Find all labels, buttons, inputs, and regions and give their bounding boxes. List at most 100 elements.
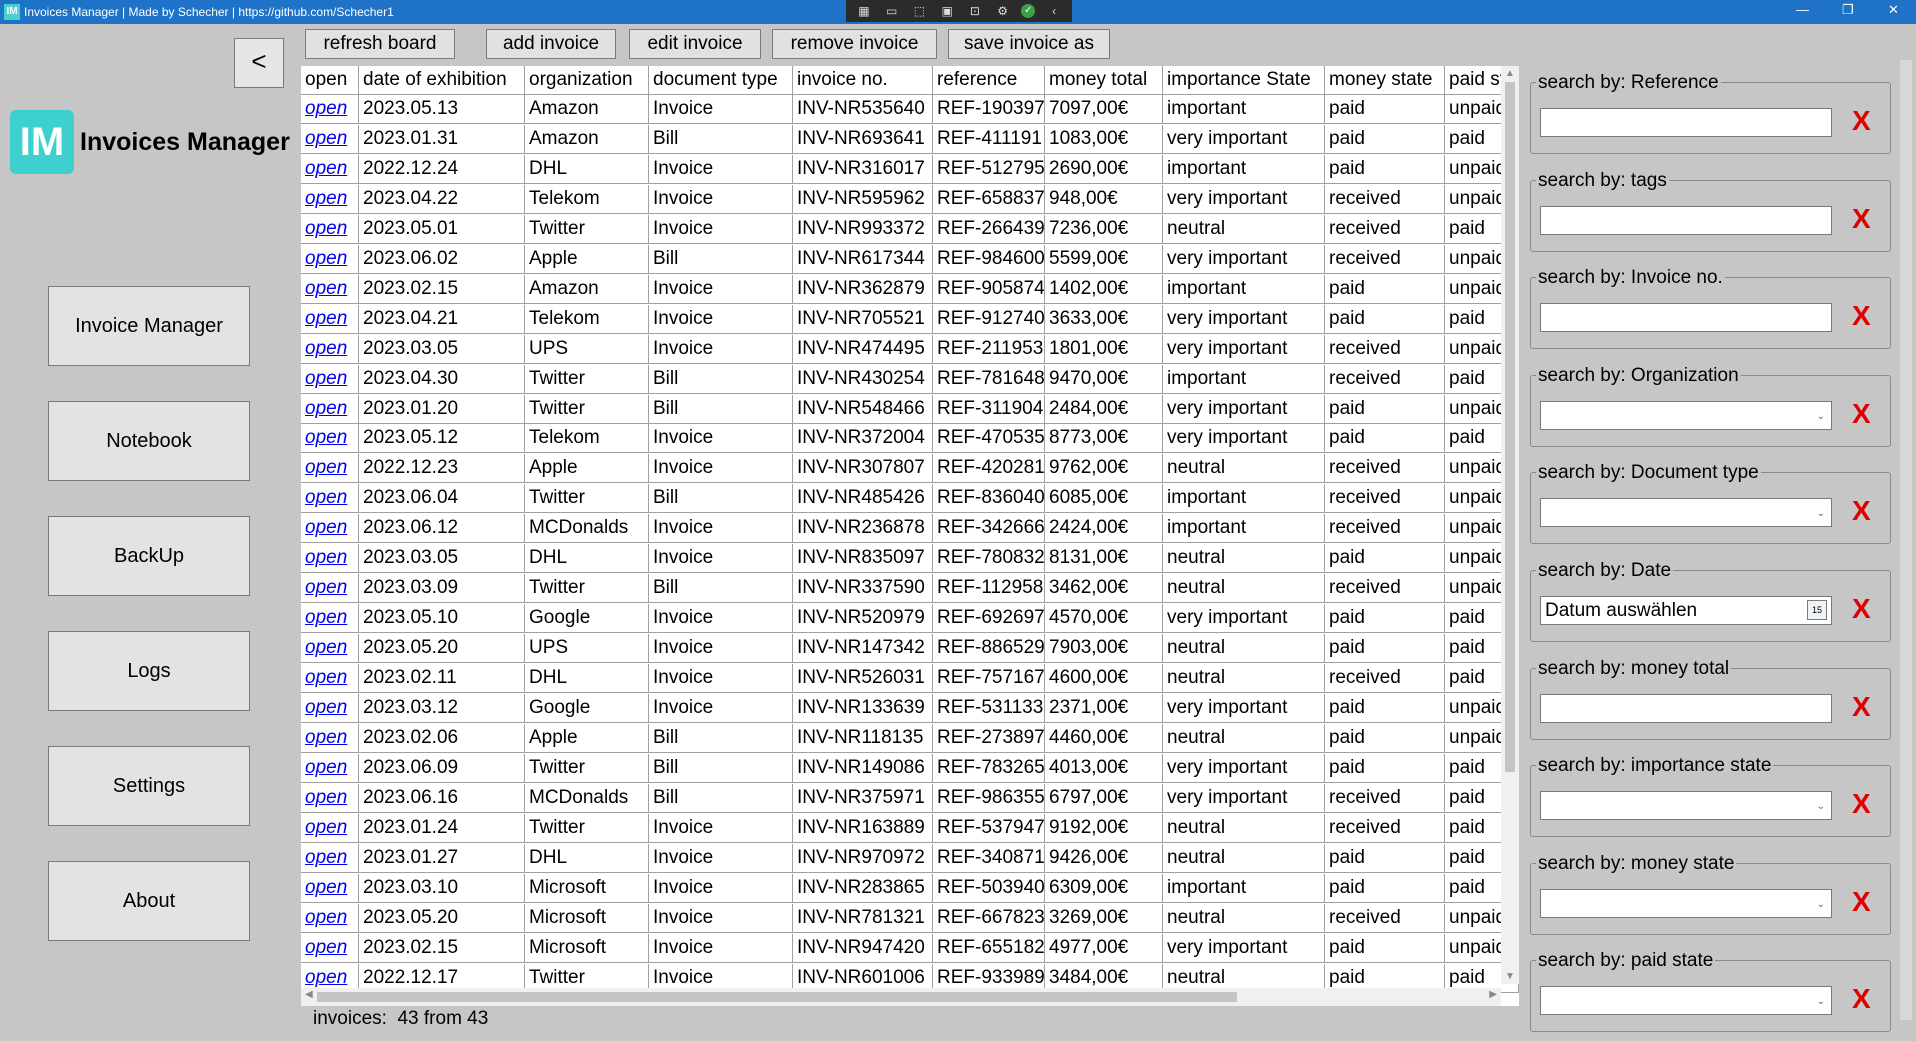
table-cell: 2023.04.22 xyxy=(359,184,525,214)
open-invoice-link[interactable]: open xyxy=(305,637,347,658)
column-header[interactable]: date of exhibition xyxy=(359,66,525,95)
column-header[interactable]: money total xyxy=(1045,66,1163,95)
open-invoice-link[interactable]: open xyxy=(305,218,347,239)
nav-invoice-manager-button[interactable]: Invoice Manager xyxy=(48,286,250,366)
open-invoice-link[interactable]: open xyxy=(305,278,347,299)
filter-combo-input[interactable]: ⌄ xyxy=(1540,400,1832,430)
column-header[interactable]: invoice no. xyxy=(793,66,933,95)
open-invoice-link[interactable]: open xyxy=(305,577,347,598)
open-invoice-link[interactable]: open xyxy=(305,877,347,898)
nav-notebook-button[interactable]: Notebook xyxy=(48,401,250,481)
open-invoice-link[interactable]: open xyxy=(305,308,347,329)
filter-date-input[interactable]: Datum auswählen 15 xyxy=(1540,596,1832,625)
open-invoice-link[interactable]: open xyxy=(305,517,347,538)
filter-text-input[interactable] xyxy=(1540,693,1832,723)
nav-about-button[interactable]: About xyxy=(48,861,250,941)
collapse-sidebar-button[interactable]: < xyxy=(234,38,284,88)
filter-combo-input[interactable]: ⌄ xyxy=(1540,888,1832,918)
close-button[interactable]: ✕ xyxy=(1888,2,1899,18)
filter-text-input[interactable] xyxy=(1540,303,1832,333)
clear-filter-button[interactable]: X xyxy=(1852,105,1871,137)
open-invoice-link[interactable]: open xyxy=(305,158,347,179)
hot-reload-icon[interactable]: ⚙ xyxy=(994,4,1012,18)
invoice-grid[interactable]: open date of exhibition organization docume… xyxy=(301,66,1519,1006)
open-invoice-link[interactable]: open xyxy=(305,457,347,478)
clear-filter-button[interactable]: X xyxy=(1852,788,1871,820)
open-invoice-link[interactable]: open xyxy=(305,847,347,868)
column-header[interactable]: open xyxy=(301,66,359,95)
open-invoice-link[interactable]: open xyxy=(305,697,347,718)
open-invoice-link[interactable]: open xyxy=(305,128,347,149)
filter-combo-input[interactable]: ⌄ xyxy=(1540,791,1832,821)
open-invoice-link[interactable]: open xyxy=(305,907,347,928)
display-layout-icon[interactable]: ▣ xyxy=(938,4,956,18)
clear-filter-button[interactable]: X xyxy=(1852,300,1871,332)
clear-filter-button[interactable]: X xyxy=(1852,495,1871,527)
column-header[interactable]: reference xyxy=(933,66,1045,95)
maximize-button[interactable]: ❐ xyxy=(1842,2,1854,18)
horizontal-scroll-thumb[interactable] xyxy=(317,992,1237,1002)
open-invoice-link[interactable]: open xyxy=(305,487,347,508)
edit-invoice-button[interactable]: edit invoice xyxy=(629,29,761,59)
open-invoice-link[interactable]: open xyxy=(305,398,347,419)
open-invoice-link[interactable]: open xyxy=(305,817,347,838)
clear-filter-button[interactable]: X xyxy=(1852,203,1871,235)
clear-filter-button[interactable]: X xyxy=(1852,886,1871,918)
open-invoice-link[interactable]: open xyxy=(305,667,347,688)
track-focus-icon[interactable]: ⊡ xyxy=(966,4,984,18)
search-panel-scrollbar[interactable] xyxy=(1900,60,1912,1020)
grid-vertical-scrollbar[interactable]: ▲ ▼ xyxy=(1501,66,1519,984)
scroll-down-icon[interactable]: ▼ xyxy=(1501,971,1519,982)
chevron-down-icon[interactable]: ⌄ xyxy=(1817,500,1825,527)
clear-filter-button[interactable]: X xyxy=(1852,593,1871,625)
column-header[interactable]: document type xyxy=(649,66,793,95)
clear-filter-button[interactable]: X xyxy=(1852,398,1871,430)
chevron-down-icon[interactable]: ⌄ xyxy=(1817,403,1825,430)
live-tree-icon[interactable]: ▦ xyxy=(855,4,873,18)
clear-filter-button[interactable]: X xyxy=(1852,691,1871,723)
grid-horizontal-scrollbar[interactable]: ◀ ▶ xyxy=(301,988,1501,1006)
remove-invoice-button[interactable]: remove invoice xyxy=(772,29,937,59)
open-invoice-link[interactable]: open xyxy=(305,338,347,359)
open-invoice-link[interactable]: open xyxy=(305,757,347,778)
open-invoice-link[interactable]: open xyxy=(305,368,347,389)
open-invoice-link[interactable]: open xyxy=(305,937,347,958)
open-invoice-link[interactable]: open xyxy=(305,727,347,748)
nav-backup-button[interactable]: BackUp xyxy=(48,516,250,596)
collapse-toolbar-icon[interactable]: ‹ xyxy=(1045,4,1063,18)
select-element-icon[interactable]: ⬚ xyxy=(910,4,928,18)
add-invoice-button[interactable]: add invoice xyxy=(486,29,616,59)
chevron-down-icon[interactable]: ⌄ xyxy=(1817,793,1825,820)
chevron-down-icon[interactable]: ⌄ xyxy=(1817,988,1825,1015)
record-icon[interactable]: ▭ xyxy=(883,4,901,18)
chevron-down-icon[interactable]: ⌄ xyxy=(1817,891,1825,918)
refresh-board-button[interactable]: refresh board xyxy=(305,29,455,59)
column-header[interactable]: money state xyxy=(1325,66,1445,95)
filter-text-input[interactable] xyxy=(1540,205,1832,235)
filter-combo-input[interactable]: ⌄ xyxy=(1540,498,1832,528)
open-invoice-link[interactable]: open xyxy=(305,427,347,448)
open-invoice-link[interactable]: open xyxy=(305,607,347,628)
save-invoice-as-button[interactable]: save invoice as xyxy=(948,29,1110,59)
scroll-up-icon[interactable]: ▲ xyxy=(1501,68,1519,79)
filter-combo-input[interactable]: ⌄ xyxy=(1540,986,1832,1016)
vertical-scroll-thumb[interactable] xyxy=(1505,82,1515,772)
minimize-button[interactable]: — xyxy=(1796,2,1809,17)
nav-settings-button[interactable]: Settings xyxy=(48,746,250,826)
table-cell: 2023.02.06 xyxy=(359,723,525,753)
table-cell: INV-NR535640 xyxy=(793,95,933,124)
open-invoice-link[interactable]: open xyxy=(305,787,347,808)
column-header[interactable]: importance State xyxy=(1163,66,1325,95)
open-invoice-link[interactable]: open xyxy=(305,547,347,568)
open-invoice-link[interactable]: open xyxy=(305,98,347,119)
scroll-left-icon[interactable]: ◀ xyxy=(305,989,313,1000)
open-invoice-link[interactable]: open xyxy=(305,967,347,988)
column-header[interactable]: organization xyxy=(525,66,649,95)
open-invoice-link[interactable]: open xyxy=(305,248,347,269)
clear-filter-button[interactable]: X xyxy=(1852,983,1871,1015)
scroll-right-icon[interactable]: ▶ xyxy=(1489,989,1497,1000)
calendar-icon[interactable]: 15 xyxy=(1807,600,1827,620)
open-invoice-link[interactable]: open xyxy=(305,188,347,209)
nav-logs-button[interactable]: Logs xyxy=(48,631,250,711)
filter-text-input[interactable] xyxy=(1540,108,1832,137)
